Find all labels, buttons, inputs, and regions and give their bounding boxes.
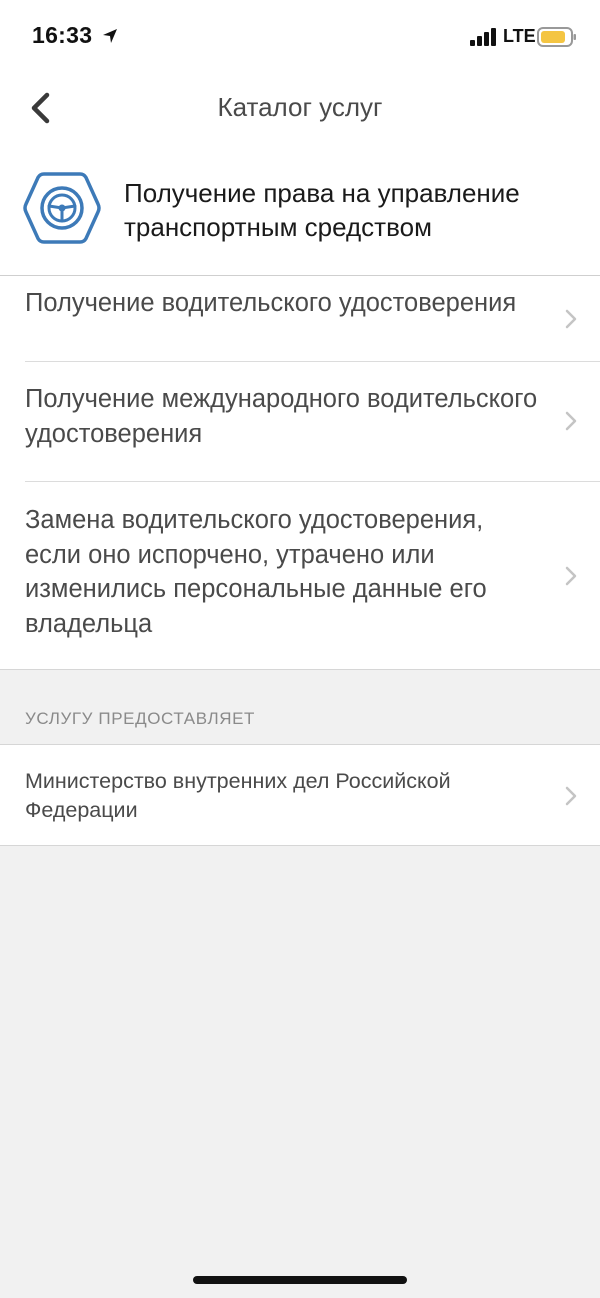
chevron-right-icon — [565, 786, 577, 806]
status-time: 16:33 — [32, 22, 93, 48]
signal-bars-icon — [470, 28, 496, 46]
steering-wheel-icon — [23, 172, 101, 244]
network-label: LTE — [503, 26, 536, 46]
list-item-license-replacement[interactable]: Замена водительского удостоверения, если… — [0, 482, 600, 670]
nav-bar: Каталог услуг — [0, 74, 600, 144]
list-item-international-license[interactable]: Получение международного водительского у… — [0, 362, 600, 482]
list-item-driver-license[interactable]: Получение водительского удостоверения — [0, 276, 600, 362]
chevron-right-icon — [565, 566, 577, 586]
section-caption: УСЛУГУ ПРЕДОСТАВЛЯЕТ — [25, 709, 256, 728]
provider-item[interactable]: Министерство внутренних дел Российской Ф… — [0, 744, 600, 846]
home-indicator — [193, 1276, 407, 1284]
provider-label: Министерство внутренних дел Российской Ф… — [25, 769, 451, 822]
category-title: Получение права на управление транспортн… — [124, 178, 520, 242]
status-bar: 16:33 LTE — [0, 0, 600, 74]
category-header: Получение права на управление транспортн… — [0, 144, 600, 276]
location-arrow-icon — [103, 29, 117, 43]
screen: 16:33 LTE Каталог услуг Получение права … — [0, 0, 600, 1298]
list-item-label: Получение международного водительского у… — [25, 385, 538, 448]
battery-icon — [537, 27, 576, 47]
chevron-right-icon — [565, 309, 577, 329]
list-item-label: Замена водительского удостоверения, если… — [25, 506, 487, 638]
list-item-label: Получение водительского удостоверения — [25, 289, 517, 317]
nav-title: Каталог услуг — [217, 92, 383, 122]
service-list: Получение водительского удостоверения По… — [0, 276, 600, 670]
chevron-right-icon — [565, 411, 577, 431]
